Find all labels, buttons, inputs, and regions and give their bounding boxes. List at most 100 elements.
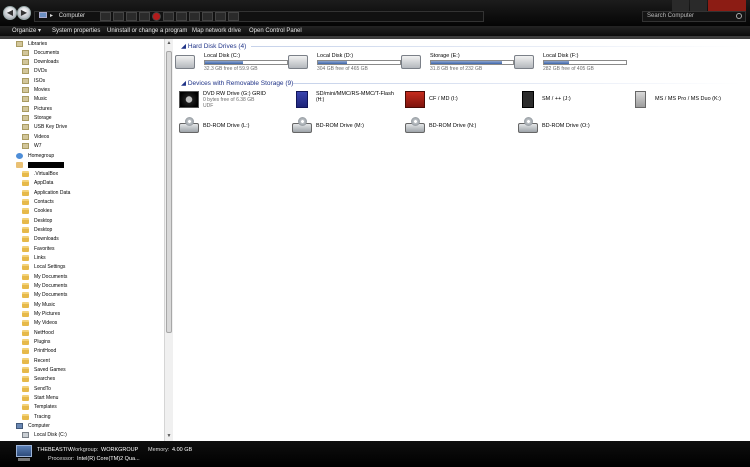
scroll-down-icon[interactable]: ▼ xyxy=(166,433,172,439)
nav-item-label: Storage xyxy=(34,114,52,121)
close-button[interactable] xyxy=(708,0,746,11)
sd-drive-tile[interactable]: SD/mini/MMC/RS-MMC/T-Flash (H:) xyxy=(292,90,410,112)
drive-name: Local Disk (C:) xyxy=(204,53,241,59)
folder-icon xyxy=(22,403,29,410)
nav-folder-item[interactable]: Start Menu xyxy=(22,393,58,402)
nav-folder-item[interactable]: Saved Games xyxy=(22,365,66,374)
toolbar-icon[interactable] xyxy=(113,12,124,21)
maximize-button[interactable] xyxy=(690,0,707,11)
nav-library-item[interactable]: Movies xyxy=(22,85,50,94)
nav-library-item[interactable]: Videos xyxy=(22,132,49,141)
toolbar-icon[interactable] xyxy=(126,12,137,21)
nav-folder-item[interactable]: Desktop xyxy=(22,225,52,234)
address-chevron[interactable]: ▸ xyxy=(50,13,53,19)
nav-folder-item[interactable]: Plugins xyxy=(22,337,50,346)
nav-folder-item[interactable]: My Pictures xyxy=(22,309,60,318)
bd-drive-tile[interactable]: BD-ROM Drive (N:) xyxy=(405,117,523,139)
nav-user-folder[interactable] xyxy=(16,160,64,169)
nav-folder-item[interactable]: Application Data xyxy=(22,188,70,197)
nav-folder-item[interactable]: Favorites xyxy=(22,244,55,253)
uninstall-program-button[interactable]: Uninstall or change a program xyxy=(107,26,187,36)
nav-folder-item[interactable]: My Documents xyxy=(22,272,67,281)
nav-computer[interactable]: Computer xyxy=(16,421,50,430)
nav-homegroup[interactable]: Homegroup xyxy=(16,151,54,160)
drive-tile[interactable]: Storage (E:) 31.8 GB free of 232 GB xyxy=(401,53,521,75)
drive-tile[interactable]: Local Disk (F:) 282 GB free of 405 GB xyxy=(514,53,634,75)
cf-drive-tile[interactable]: CF / MD (I:) xyxy=(405,90,523,112)
toolbar-icon[interactable] xyxy=(228,12,239,21)
toolbar-icon[interactable] xyxy=(202,12,213,21)
nav-library-item[interactable]: W7 xyxy=(22,141,42,150)
nav-drive-item[interactable]: Local Disk (C:) xyxy=(22,430,67,439)
nav-library-item[interactable]: DVDs xyxy=(22,66,47,75)
back-button[interactable]: ◀ xyxy=(3,6,17,20)
system-properties-button[interactable]: System properties xyxy=(52,26,100,36)
library-icon xyxy=(22,86,29,93)
toolbar-icon[interactable] xyxy=(176,12,187,21)
group-hard-disk-drives[interactable]: ◢ Hard Disk Drives (4) xyxy=(181,42,246,50)
dvd-drive-tile[interactable]: DVD RW Drive (G:) GRID 0 bytes free of 6… xyxy=(179,90,297,112)
sm-drive-tile[interactable]: SM / ++ (J:) xyxy=(518,90,636,112)
ms-drive-tile[interactable]: MS / MS Pro / MS Duo (K:) xyxy=(631,90,749,112)
nav-library-item[interactable]: Storage xyxy=(22,113,52,122)
stop-icon[interactable] xyxy=(152,12,161,21)
hard-disk-icon xyxy=(514,55,534,69)
open-control-panel-button[interactable]: Open Control Panel xyxy=(249,26,302,36)
nav-item-label: My Documents xyxy=(34,291,68,298)
nav-library-item[interactable]: USB Key Drive xyxy=(22,122,67,131)
nav-folder-item[interactable]: Contacts xyxy=(22,197,54,206)
scroll-up-icon[interactable]: ▲ xyxy=(166,40,172,46)
nav-folder-item[interactable]: Desktop xyxy=(22,216,52,225)
nav-folder-item[interactable]: My Music xyxy=(22,300,55,309)
group-removable-storage[interactable]: ◢ Devices with Removable Storage (9) xyxy=(181,79,293,87)
toolbar-icon[interactable] xyxy=(139,12,150,21)
group-divider xyxy=(293,83,741,84)
toolbar-icon[interactable] xyxy=(163,12,174,21)
folder-icon xyxy=(22,198,29,205)
toolbar-icon[interactable] xyxy=(189,12,200,21)
nav-folder-item[interactable]: AppData xyxy=(22,178,53,187)
nav-libraries[interactable]: Libraries xyxy=(16,39,47,48)
nav-folder-item[interactable]: Local Settings xyxy=(22,262,65,271)
scroll-thumb[interactable] xyxy=(166,51,172,333)
nav-folder-item[interactable]: Downloads xyxy=(22,234,59,243)
nav-item-label: Recent xyxy=(34,357,50,364)
nav-folder-item[interactable]: PrintHood xyxy=(22,346,56,355)
nav-library-item[interactable]: Pictures xyxy=(22,104,52,113)
drive-tile[interactable]: Local Disk (D:) 304 GB free of 465 GB xyxy=(288,53,408,75)
forward-button[interactable]: ▶ xyxy=(17,6,31,20)
toolbar-icon[interactable] xyxy=(100,12,111,21)
drive-tile[interactable]: Local Disk (C:) 32.3 GB free of 59.9 GB xyxy=(175,53,295,75)
organize-button[interactable]: Organize ▾ xyxy=(12,26,41,36)
nav-folder-item[interactable]: .VirtualBox xyxy=(22,169,58,178)
bd-drive-tile[interactable]: BD-ROM Drive (O:) xyxy=(518,117,636,139)
nav-folder-item[interactable]: Templates xyxy=(22,402,57,411)
search-input[interactable]: Search Computer xyxy=(642,11,746,22)
nav-folder-item[interactable]: Tracing xyxy=(22,412,51,421)
nav-library-item[interactable]: Music xyxy=(22,94,47,103)
nav-library-item[interactable]: Documents xyxy=(22,48,59,57)
game-disc-icon xyxy=(179,91,199,108)
nav-item-label: NetHood xyxy=(34,329,54,336)
minimize-button[interactable] xyxy=(672,0,689,11)
nav-folder-item[interactable]: My Videos xyxy=(22,318,57,327)
toolbar-icon[interactable] xyxy=(215,12,226,21)
nav-scrollbar[interactable]: ▲ ▼ xyxy=(164,39,173,441)
nav-folder-item[interactable]: Links xyxy=(22,253,46,262)
computer-icon xyxy=(39,12,47,19)
nav-library-item[interactable]: Downloads xyxy=(22,57,59,66)
search-icon[interactable] xyxy=(736,13,742,19)
nav-folder-item[interactable]: NetHood xyxy=(22,328,54,337)
nav-folder-item[interactable]: Cookies xyxy=(22,206,52,215)
address-location[interactable]: Computer xyxy=(59,13,85,19)
bd-drive-tile[interactable]: BD-ROM Drive (M:) xyxy=(292,117,410,139)
nav-folder-item[interactable]: Searches xyxy=(22,374,55,383)
nav-folder-item[interactable]: My Documents xyxy=(22,281,67,290)
nav-library-item[interactable]: ISOs xyxy=(22,76,45,85)
bd-drive-tile[interactable]: BD-ROM Drive (L:) xyxy=(179,117,297,139)
nav-item-label: DVDs xyxy=(34,67,48,74)
nav-folder-item[interactable]: SendTo xyxy=(22,384,51,393)
nav-folder-item[interactable]: Recent xyxy=(22,356,50,365)
map-network-drive-button[interactable]: Map network drive xyxy=(192,26,241,36)
nav-folder-item[interactable]: My Documents xyxy=(22,290,67,299)
